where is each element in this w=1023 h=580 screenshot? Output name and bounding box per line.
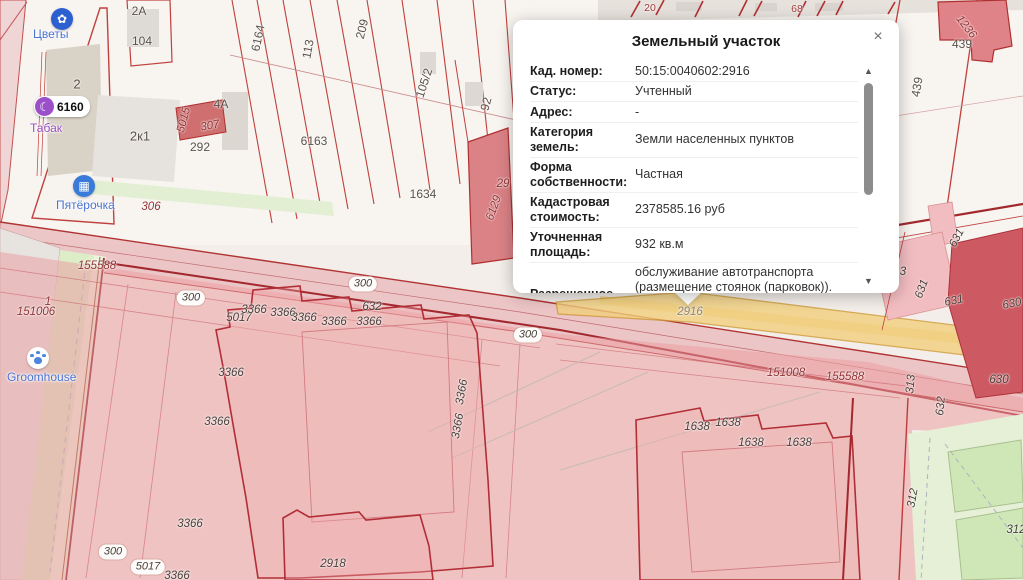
paw-icon bbox=[27, 347, 49, 369]
popup-row: Адрес: - bbox=[530, 102, 858, 123]
row-value: Частная bbox=[635, 167, 683, 182]
row-label: Разрешенное bbox=[530, 287, 635, 293]
moon-icon: ☾ bbox=[35, 97, 54, 116]
row-value: 2378585.16 руб bbox=[635, 202, 725, 217]
row-label: Кадастровая стоимость: bbox=[530, 195, 610, 224]
popup-scrollbar[interactable]: ▲ ▼ bbox=[861, 66, 876, 286]
row-label: Уточненная площадь: bbox=[530, 230, 603, 259]
row-label: Форма собственности: bbox=[530, 160, 628, 189]
popup-row: Кадастровая стоимость: 2378585.16 руб bbox=[530, 193, 858, 228]
popup-row: Кад. номер: 50:15:0040602:2916 bbox=[530, 61, 858, 82]
popup-rows: Кад. номер: 50:15:0040602:2916 Статус: Учте… bbox=[530, 61, 858, 293]
map-viewport[interactable]: 2А 104 6164 113 209 105/2 92 20 68 1236 439 439 2 2к1… bbox=[0, 0, 1023, 580]
row-value: Учтенный bbox=[635, 84, 692, 98]
poi-label: Пятёрочка bbox=[56, 198, 115, 212]
selected-parcel[interactable] bbox=[556, 288, 1023, 364]
close-icon[interactable]: × bbox=[867, 26, 889, 48]
poi-label: Цветы bbox=[33, 27, 69, 41]
popup-row: Форма собственности: Частная bbox=[530, 158, 858, 193]
scroll-up-icon[interactable]: ▲ bbox=[861, 66, 876, 76]
tobacco-badge[interactable]: ☾ 6160 bbox=[34, 96, 90, 117]
popup-row: Разрешенноеобслуживание автотранспорта (… bbox=[530, 263, 858, 293]
popup-row: Уточненная площадь: 932 кв.м bbox=[530, 228, 858, 263]
row-label: Кад. номер: bbox=[530, 63, 603, 78]
popup-pointer bbox=[673, 291, 703, 305]
row-label: Статус: bbox=[530, 84, 577, 98]
market-icon: ▦ bbox=[73, 175, 95, 197]
scroll-thumb[interactable] bbox=[864, 83, 873, 195]
scroll-down-icon[interactable]: ▼ bbox=[861, 276, 876, 286]
row-value: Земли населенных пунктов bbox=[635, 132, 794, 147]
poi-label: Groomhouse bbox=[7, 370, 77, 384]
row-value: 50:15:0040602:2916 bbox=[635, 63, 750, 78]
popup-title: Земельный участок bbox=[631, 33, 781, 50]
row-value: 932 кв.м bbox=[635, 237, 684, 252]
poi-badge-number: 6160 bbox=[57, 99, 84, 114]
popup-row: Статус: Учтенный bbox=[530, 82, 858, 102]
parcel-info-popup: Земельный участок × Кад. номер: 50:15:004… bbox=[513, 20, 899, 293]
poi-label: Табак bbox=[30, 121, 62, 135]
row-value: обслуживание автотранспорта (размещение … bbox=[635, 265, 833, 293]
row-label: Категория земель: bbox=[530, 125, 594, 154]
popup-row: Категория земель: Земли населенных пункто… bbox=[530, 123, 858, 158]
row-label: Адрес: bbox=[530, 104, 573, 119]
row-value: - bbox=[635, 104, 640, 119]
